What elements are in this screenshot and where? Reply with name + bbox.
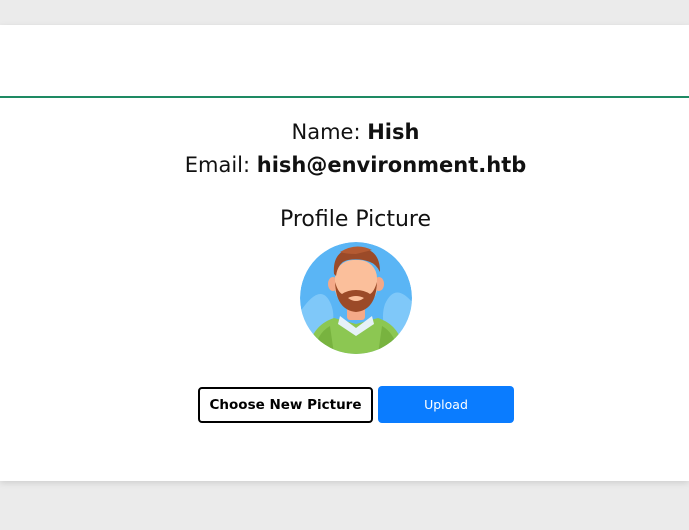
upload-button[interactable]: Upload [378,386,514,423]
email-value: hish@environment.htb [256,153,527,177]
name-line: Name: Hish [0,118,689,146]
name-label: Name: [291,120,361,144]
email-label: Email: [184,153,251,177]
profile-picture-title: Profile Picture [279,207,432,232]
email-line: Email: hish@environment.htb [0,151,689,179]
card-header [0,25,689,98]
profile-card: Name: Hish Email: hish@environment.htb P… [0,25,689,481]
choose-new-picture-button[interactable]: Choose New Picture [198,387,373,423]
man-avatar-icon [300,242,412,354]
name-value: Hish [367,120,420,144]
